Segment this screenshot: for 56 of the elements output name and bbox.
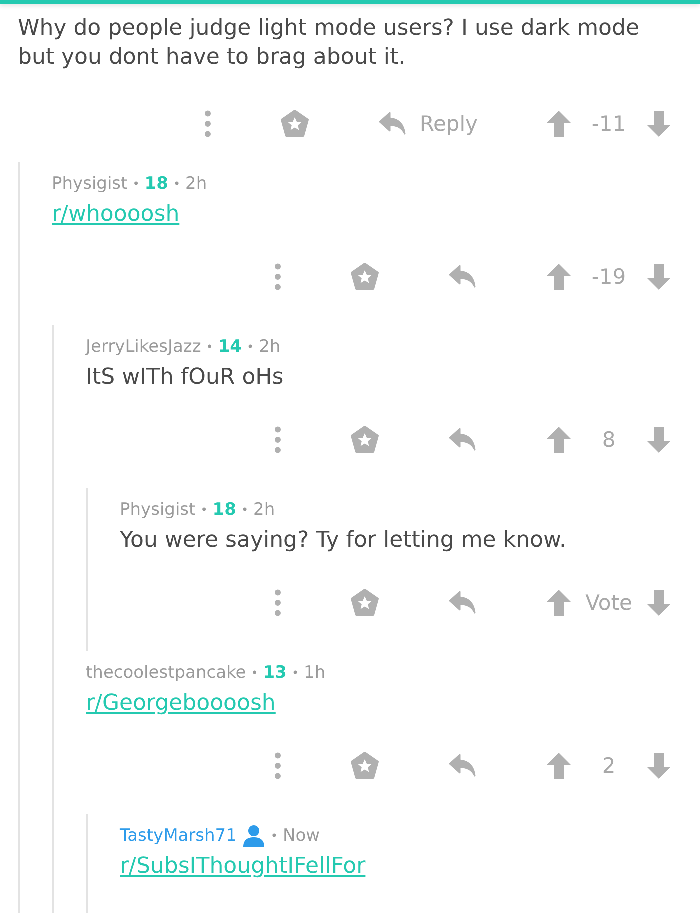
- upvote-icon[interactable]: [546, 426, 572, 454]
- vote-score: -19: [590, 265, 628, 289]
- separator-dot: •: [251, 666, 258, 680]
- username[interactable]: JerryLikesJazz: [86, 337, 202, 357]
- subreddit-link[interactable]: r/whoooosh: [52, 202, 180, 227]
- downvote-icon[interactable]: [646, 263, 672, 291]
- award-icon[interactable]: [350, 588, 380, 618]
- timestamp: 1h: [304, 663, 326, 683]
- upvote-icon[interactable]: [546, 263, 572, 291]
- karma-count: 18: [212, 500, 236, 520]
- more-options-icon[interactable]: [274, 426, 282, 454]
- vote-score: -11: [590, 112, 628, 136]
- karma-count: 13: [263, 663, 287, 683]
- username[interactable]: thecoolestpancake: [86, 663, 246, 683]
- person-icon: [242, 824, 266, 848]
- comment-text: Why do people judge light mode users? I use dark mode but you dont have to brag about it.: [18, 16, 640, 70]
- subreddit-link[interactable]: r/Georgeboooosh: [86, 691, 276, 716]
- downvote-icon[interactable]: [646, 752, 672, 780]
- reply-button[interactable]: Reply: [420, 108, 478, 140]
- separator-dot: •: [132, 177, 140, 191]
- separator-dot: •: [247, 340, 254, 354]
- downvote-icon[interactable]: [646, 589, 672, 617]
- timestamp: 2h: [186, 174, 208, 194]
- downvote-icon[interactable]: [646, 110, 672, 138]
- vote-score: 2: [601, 754, 617, 778]
- more-options-icon[interactable]: [274, 752, 282, 780]
- comment-text: ItS wITh fOuR oHs: [86, 365, 284, 390]
- upvote-icon[interactable]: [546, 752, 572, 780]
- upvote-icon[interactable]: [546, 589, 572, 617]
- comment-text: You were saying? Ty for letting me know.: [120, 528, 566, 553]
- more-options-icon[interactable]: [204, 110, 212, 138]
- vote-score: 8: [601, 428, 617, 452]
- more-options-icon[interactable]: [274, 263, 282, 291]
- subreddit-link[interactable]: r/SubsIThoughtIFellFor: [120, 854, 366, 879]
- separator-dot: •: [200, 503, 208, 517]
- award-icon[interactable]: [350, 751, 380, 781]
- username[interactable]: Physigist: [120, 500, 196, 520]
- separator-dot: •: [206, 340, 214, 354]
- separator-dot: •: [270, 829, 278, 843]
- upvote-icon[interactable]: [546, 110, 572, 138]
- downvote-icon[interactable]: [646, 426, 672, 454]
- award-icon[interactable]: [280, 109, 310, 139]
- username[interactable]: Physigist: [52, 174, 128, 194]
- vote-score: Vote: [584, 591, 634, 615]
- timestamp: 2h: [254, 500, 276, 520]
- timestamp: Now: [283, 826, 320, 846]
- karma-count: 14: [218, 337, 242, 357]
- separator-dot: •: [241, 503, 249, 517]
- username[interactable]: TastyMarsh71: [120, 826, 237, 846]
- separator-dot: •: [292, 666, 300, 680]
- timestamp: 2h: [259, 337, 281, 357]
- more-options-icon[interactable]: [274, 589, 282, 617]
- separator-dot: •: [173, 177, 181, 191]
- award-icon[interactable]: [350, 425, 380, 455]
- karma-count: 18: [144, 174, 168, 194]
- award-icon[interactable]: [350, 262, 380, 292]
